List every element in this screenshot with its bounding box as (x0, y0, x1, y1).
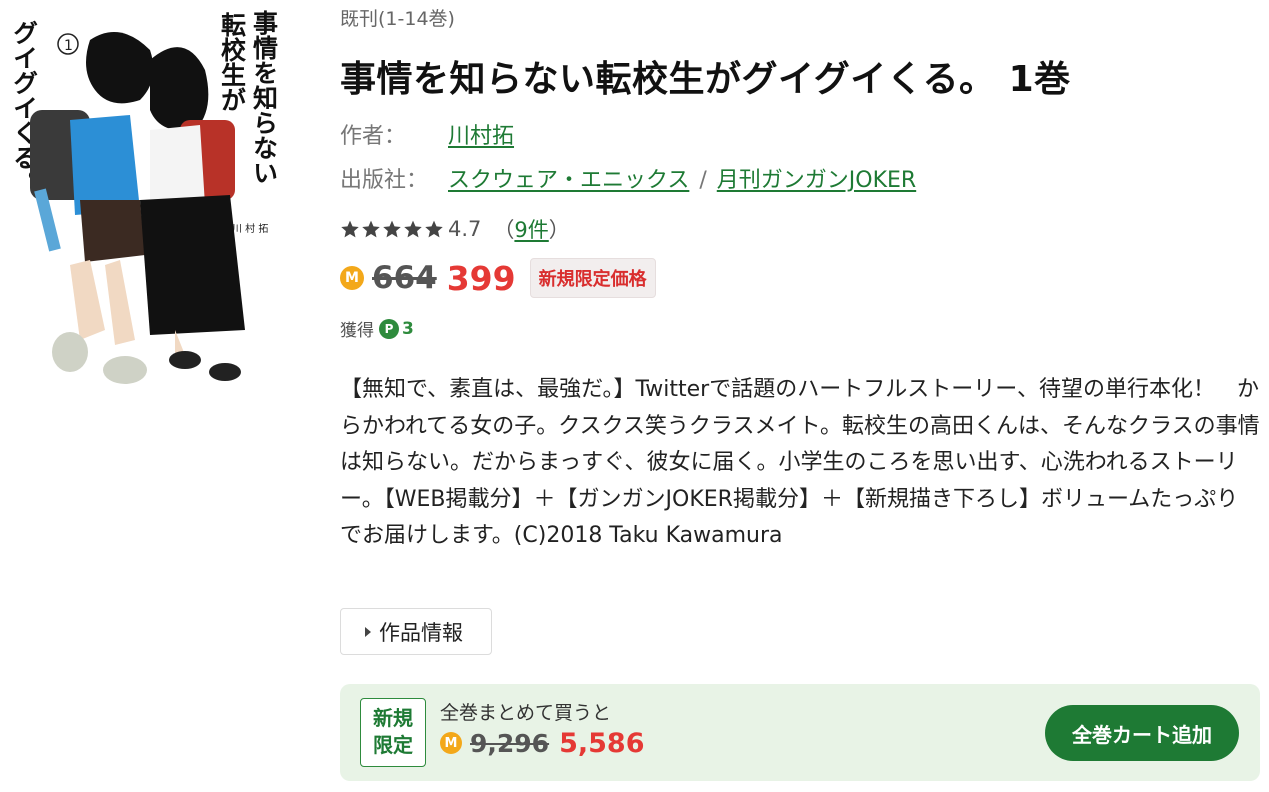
new-limited-badge: 新規 限定 (360, 698, 426, 767)
points-label: 獲得 (340, 321, 374, 341)
badge-line1: 新規 (373, 706, 413, 730)
work-info-label: 作品情報 (379, 620, 463, 645)
work-info-button[interactable]: 作品情報 (340, 608, 492, 655)
page-title: 事情を知らない転校生がグイグイくる。 1巻 (340, 59, 1071, 100)
rating-score: 4.7 (448, 217, 482, 241)
price-row: M 664 399 新規限定価格 (340, 258, 656, 298)
author-label: 作者： (340, 124, 407, 149)
sale-price: 399 (446, 258, 516, 298)
m-coin-icon: M (340, 266, 364, 290)
publisher-link[interactable]: スクウェア・エニックス (448, 168, 689, 193)
magazine-link[interactable]: 月刊ガンガンJOKER (717, 168, 916, 193)
cover-title-line2: 転校生が (218, 12, 247, 112)
points-earned: 獲得 P 3 (340, 316, 414, 341)
publisher-label: 出版社： (340, 168, 429, 193)
rating-close-paren: ） (548, 218, 570, 242)
points-value: 3 (402, 318, 414, 339)
description: 【無知で、素直は、最強だ。】Twitterで話題のハートフルストーリー、待望の単… (340, 377, 1260, 548)
star-icon (341, 220, 359, 238)
rating: 4.7 （9件） (340, 214, 570, 244)
p-coin-icon: P (379, 318, 399, 339)
bulk-price: M 9,296 5,586 (440, 726, 658, 760)
author-row: 作者： 川村拓 (340, 118, 514, 150)
m-coin-icon: M (440, 732, 462, 754)
bulk-purchase-panel: 新規 限定 全巻まとめて買うと M 9,296 5,586 全巻カート追加 (340, 684, 1260, 781)
bulk-label: 全巻まとめて買うと (440, 702, 612, 724)
review-count-link[interactable]: 9件 (514, 214, 548, 244)
publisher-row: 出版社： スクウェア・エニックス / 月刊ガンガンJOKER (340, 162, 916, 194)
badge-line2: 限定 (373, 733, 413, 757)
star-icon (425, 220, 443, 238)
star-icon (362, 220, 380, 238)
bulk-original-price: 9,296 (470, 728, 550, 758)
series-volumes[interactable]: 既刊(1-14巻) (340, 4, 455, 31)
publisher-separator: / (699, 168, 707, 193)
cover-title-line1: 事情を知らない (250, 10, 279, 185)
cover-author: 川 村 拓 (232, 222, 268, 235)
add-all-to-cart-button[interactable]: 全巻カート追加 (1045, 705, 1239, 761)
rating-stars (340, 219, 444, 239)
book-cover[interactable]: 事情を知らない 転校生が グイグイくる。 1 川 村 拓 (0, 0, 300, 400)
caret-right-icon (365, 626, 371, 637)
original-price: 664 (372, 260, 437, 296)
bulk-sale-price: 5,586 (559, 727, 645, 759)
star-icon (383, 220, 401, 238)
rating-open-paren: （ (493, 218, 515, 242)
cover-volume-mark: 1 (64, 38, 73, 54)
new-user-price-badge: 新規限定価格 (529, 258, 656, 298)
star-icon (404, 220, 422, 238)
author-link[interactable]: 川村拓 (448, 124, 514, 149)
